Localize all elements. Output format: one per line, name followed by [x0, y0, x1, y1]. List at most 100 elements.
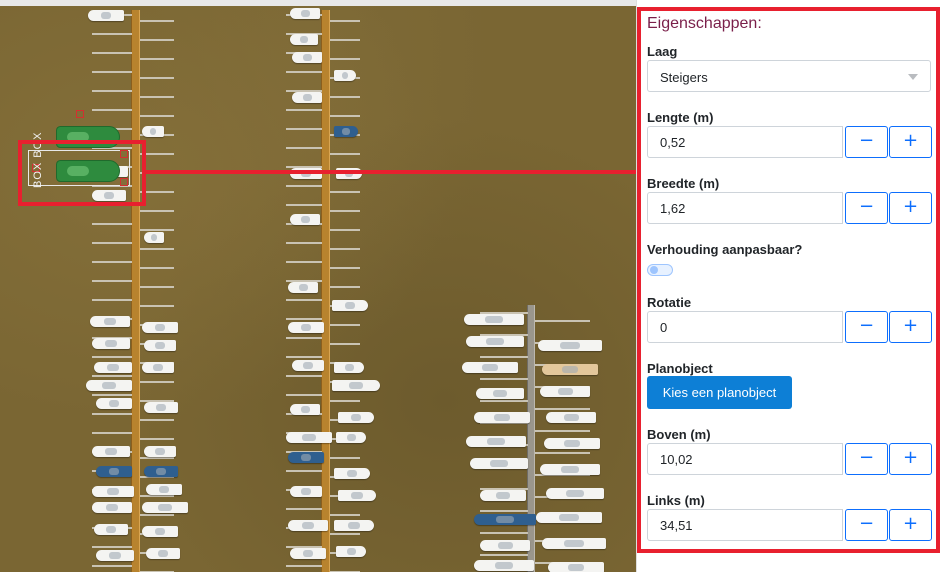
finger	[480, 510, 528, 512]
moored-boat	[544, 438, 600, 449]
moored-boat	[290, 214, 320, 225]
finger	[330, 324, 360, 326]
finger	[92, 280, 132, 282]
toggle-knob	[650, 266, 658, 274]
finger	[92, 242, 132, 244]
finger	[92, 394, 132, 396]
finger	[140, 20, 174, 22]
finger	[140, 381, 174, 383]
top-decrement-button[interactable]: −	[845, 443, 888, 475]
finger	[92, 90, 132, 92]
finger	[140, 210, 174, 212]
moored-boat	[290, 34, 318, 45]
finger	[92, 565, 132, 567]
width-decrement-button[interactable]: −	[845, 192, 888, 224]
width-increment-button[interactable]: +	[889, 192, 932, 224]
moored-boat	[334, 126, 358, 137]
finger	[480, 400, 528, 402]
finger	[140, 77, 174, 79]
finger	[330, 153, 360, 155]
moored-boat	[288, 520, 328, 531]
moored-boat	[92, 486, 134, 497]
rotation-input[interactable]	[647, 311, 843, 343]
length-increment-button[interactable]: +	[889, 126, 932, 158]
moored-boat	[338, 490, 376, 501]
finger	[330, 514, 360, 516]
finger	[286, 261, 322, 263]
pier-3	[527, 305, 535, 572]
finger	[286, 565, 322, 567]
aspect-ratio-label: Verhouding aanpasbaar?	[647, 242, 803, 257]
moored-boat	[144, 466, 178, 477]
moored-boat	[146, 484, 182, 495]
finger	[535, 408, 590, 410]
moored-boat	[334, 468, 370, 479]
length-input[interactable]	[647, 126, 843, 158]
moored-boat	[540, 464, 600, 475]
finger	[330, 96, 360, 98]
finger	[92, 71, 132, 73]
moored-boat	[144, 340, 176, 351]
moored-boat	[480, 490, 526, 501]
finger	[286, 299, 322, 301]
moored-boat	[546, 488, 604, 499]
length-label: Lengte (m)	[647, 110, 714, 125]
moored-boat	[474, 412, 530, 423]
aspect-ratio-toggle[interactable]	[647, 264, 673, 276]
moored-boat	[146, 548, 180, 559]
finger	[286, 204, 322, 206]
length-decrement-button[interactable]: −	[845, 126, 888, 158]
finger	[92, 223, 132, 225]
width-input[interactable]	[647, 192, 843, 224]
finger	[330, 39, 360, 41]
finger	[286, 71, 322, 73]
moored-boat	[94, 524, 128, 535]
rotation-increment-button[interactable]: +	[889, 311, 932, 343]
moored-boat	[474, 560, 534, 571]
rotation-stepper: − +	[647, 311, 932, 343]
harbor-map[interactable]: BOX BOX	[0, 0, 636, 572]
finger	[140, 39, 174, 41]
finger	[535, 452, 590, 454]
finger	[92, 52, 132, 54]
moored-boat	[548, 562, 604, 572]
choose-planobject-button[interactable]: Kies een planobject	[647, 376, 792, 409]
finger	[480, 532, 528, 534]
finger	[286, 508, 322, 510]
moored-boat	[144, 446, 176, 457]
finger	[286, 356, 322, 358]
moored-boat	[334, 70, 356, 81]
length-stepper: − +	[647, 126, 932, 158]
finger	[92, 261, 132, 263]
moored-boat	[540, 386, 590, 397]
finger	[140, 115, 174, 117]
width-label: Breedte (m)	[647, 176, 720, 191]
left-input[interactable]	[647, 509, 843, 541]
moored-boat	[142, 362, 174, 373]
top-increment-button[interactable]: +	[889, 443, 932, 475]
left-decrement-button[interactable]: −	[845, 509, 888, 541]
layer-select[interactable]: Steigers	[647, 60, 931, 92]
moored-boat	[88, 10, 124, 21]
finger	[330, 248, 360, 250]
moored-boat	[86, 380, 132, 391]
finger	[140, 514, 174, 516]
moored-boat	[292, 92, 322, 103]
top-input[interactable]	[647, 443, 843, 475]
finger	[140, 419, 174, 421]
finger	[330, 457, 360, 459]
left-increment-button[interactable]: +	[889, 509, 932, 541]
moored-boat	[290, 486, 322, 497]
moored-boat	[288, 282, 318, 293]
rotation-label: Rotatie	[647, 295, 692, 310]
finger	[330, 533, 360, 535]
finger	[140, 248, 174, 250]
moored-boat	[142, 126, 164, 137]
moored-boat	[96, 398, 132, 409]
moored-boat	[92, 338, 130, 349]
rotate-handle[interactable]	[76, 110, 84, 118]
finger	[535, 320, 590, 322]
moored-boat	[542, 538, 606, 549]
finger	[286, 147, 322, 149]
rotation-decrement-button[interactable]: −	[845, 311, 888, 343]
